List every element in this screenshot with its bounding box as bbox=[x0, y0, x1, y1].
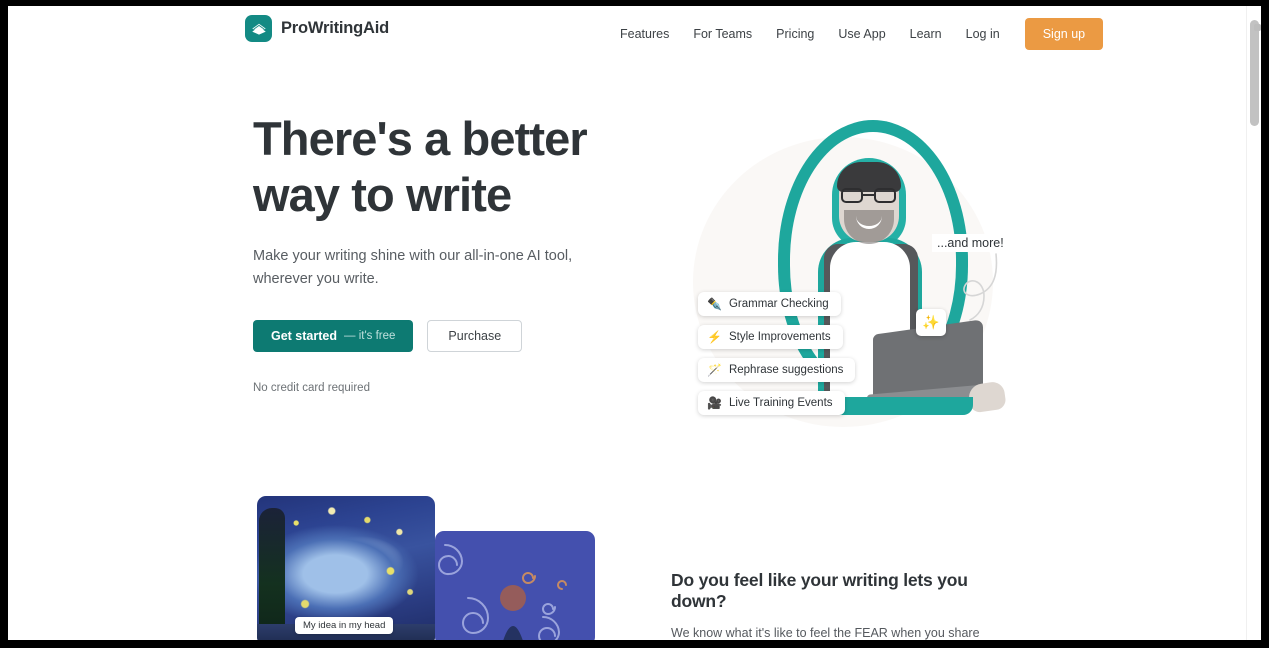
feature-pill-rephrase-suggestions: 🪄 Rephrase suggestions bbox=[698, 358, 856, 382]
nav-link-log-in[interactable]: Log in bbox=[954, 21, 1012, 47]
hero-title: There's a better way to write bbox=[253, 112, 588, 221]
feature-pill-style-improvements: ⚡ Style Improvements bbox=[698, 325, 843, 349]
feature-pill-label: Grammar Checking bbox=[728, 298, 829, 310]
browser-window-frame: ProWritingAid Features For Teams Pricing… bbox=[0, 0, 1269, 648]
before-after-artwork: My idea in my head bbox=[253, 496, 613, 640]
and-more-label: ...and more! bbox=[932, 234, 1009, 252]
lightning-bolt-icon: ⚡ bbox=[707, 330, 722, 344]
main-navigation: Features For Teams Pricing Use App Learn… bbox=[608, 6, 1104, 62]
nav-link-features[interactable]: Features bbox=[608, 21, 681, 47]
brand-logo-link[interactable]: ProWritingAid bbox=[245, 15, 389, 42]
feature-pill-live-training-events: 🎥 Live Training Events bbox=[698, 391, 845, 415]
sparkles-badge: ✨ bbox=[916, 309, 946, 336]
feature-pill-grammar-checking: ✒️ Grammar Checking bbox=[698, 292, 841, 316]
feature-pill-label: Rephrase suggestions bbox=[728, 364, 844, 376]
idea-in-my-head-label: My idea in my head bbox=[295, 617, 394, 634]
page-content: ProWritingAid Features For Teams Pricing… bbox=[8, 6, 1246, 640]
hero-illustration: ✒️ Grammar Checking ⚡ Style Improvements… bbox=[668, 112, 1028, 452]
site-header: ProWritingAid Features For Teams Pricing… bbox=[8, 6, 1246, 62]
glasses-icon bbox=[840, 188, 898, 203]
section-two-title: Do you feel like your writing lets you d… bbox=[671, 570, 968, 611]
get-started-note: — it's free bbox=[344, 330, 396, 342]
sign-up-button[interactable]: Sign up bbox=[1024, 18, 1104, 50]
hero-cta-row: Get started — it's free Purchase bbox=[253, 320, 613, 352]
curved-arrow-icon bbox=[963, 253, 998, 321]
magic-wand-icon: 🪄 bbox=[707, 363, 722, 377]
movie-camera-icon: 🎥 bbox=[707, 396, 722, 410]
browser-viewport: ProWritingAid Features For Teams Pricing… bbox=[8, 6, 1261, 640]
feature-pill-label: Style Improvements bbox=[728, 331, 831, 343]
sparkles-icon: ✨ bbox=[922, 314, 940, 330]
no-credit-card-note: No credit card required bbox=[253, 382, 370, 394]
glasses-lens-right bbox=[874, 188, 896, 203]
page-scrollbar[interactable] bbox=[1246, 6, 1261, 640]
feature-pill-list: ✒️ Grammar Checking ⚡ Style Improvements… bbox=[698, 292, 856, 415]
scrollbar-grip-icon bbox=[1254, 24, 1261, 31]
hero-subtitle: Make your writing shine with our all-in-… bbox=[253, 248, 573, 287]
get-started-button[interactable]: Get started — it's free bbox=[253, 320, 414, 352]
scrollbar-thumb[interactable] bbox=[1250, 20, 1261, 126]
hero-copy: There's a better way to write Make your … bbox=[253, 111, 613, 394]
hero-section: There's a better way to write Make your … bbox=[8, 62, 1246, 482]
nav-link-for-teams[interactable]: For Teams bbox=[681, 21, 764, 47]
cypress-tree bbox=[259, 508, 285, 640]
section-two-copy: Do you feel like your writing lets you d… bbox=[671, 570, 1021, 640]
section-two-body: We know what it's like to feel the FEAR … bbox=[671, 626, 980, 640]
glasses-lens-left bbox=[841, 188, 863, 203]
nav-link-pricing[interactable]: Pricing bbox=[764, 21, 826, 47]
nav-link-learn[interactable]: Learn bbox=[898, 21, 954, 47]
writing-lets-you-down-section: My idea in my head Do you feel like your… bbox=[8, 482, 1246, 640]
feature-pill-label: Live Training Events bbox=[728, 397, 833, 409]
get-started-label: Get started bbox=[271, 329, 337, 343]
simplified-sketch-card bbox=[435, 531, 595, 640]
and-more-callout: ...and more! bbox=[932, 234, 1009, 321]
quill-pen-icon: ✒️ bbox=[707, 297, 722, 311]
prowritingaid-logo-icon bbox=[245, 15, 272, 42]
glasses-bridge bbox=[863, 194, 874, 196]
brand-name: ProWritingAid bbox=[281, 19, 390, 37]
nav-link-use-app[interactable]: Use App bbox=[826, 21, 897, 47]
purchase-button[interactable]: Purchase bbox=[427, 320, 523, 352]
